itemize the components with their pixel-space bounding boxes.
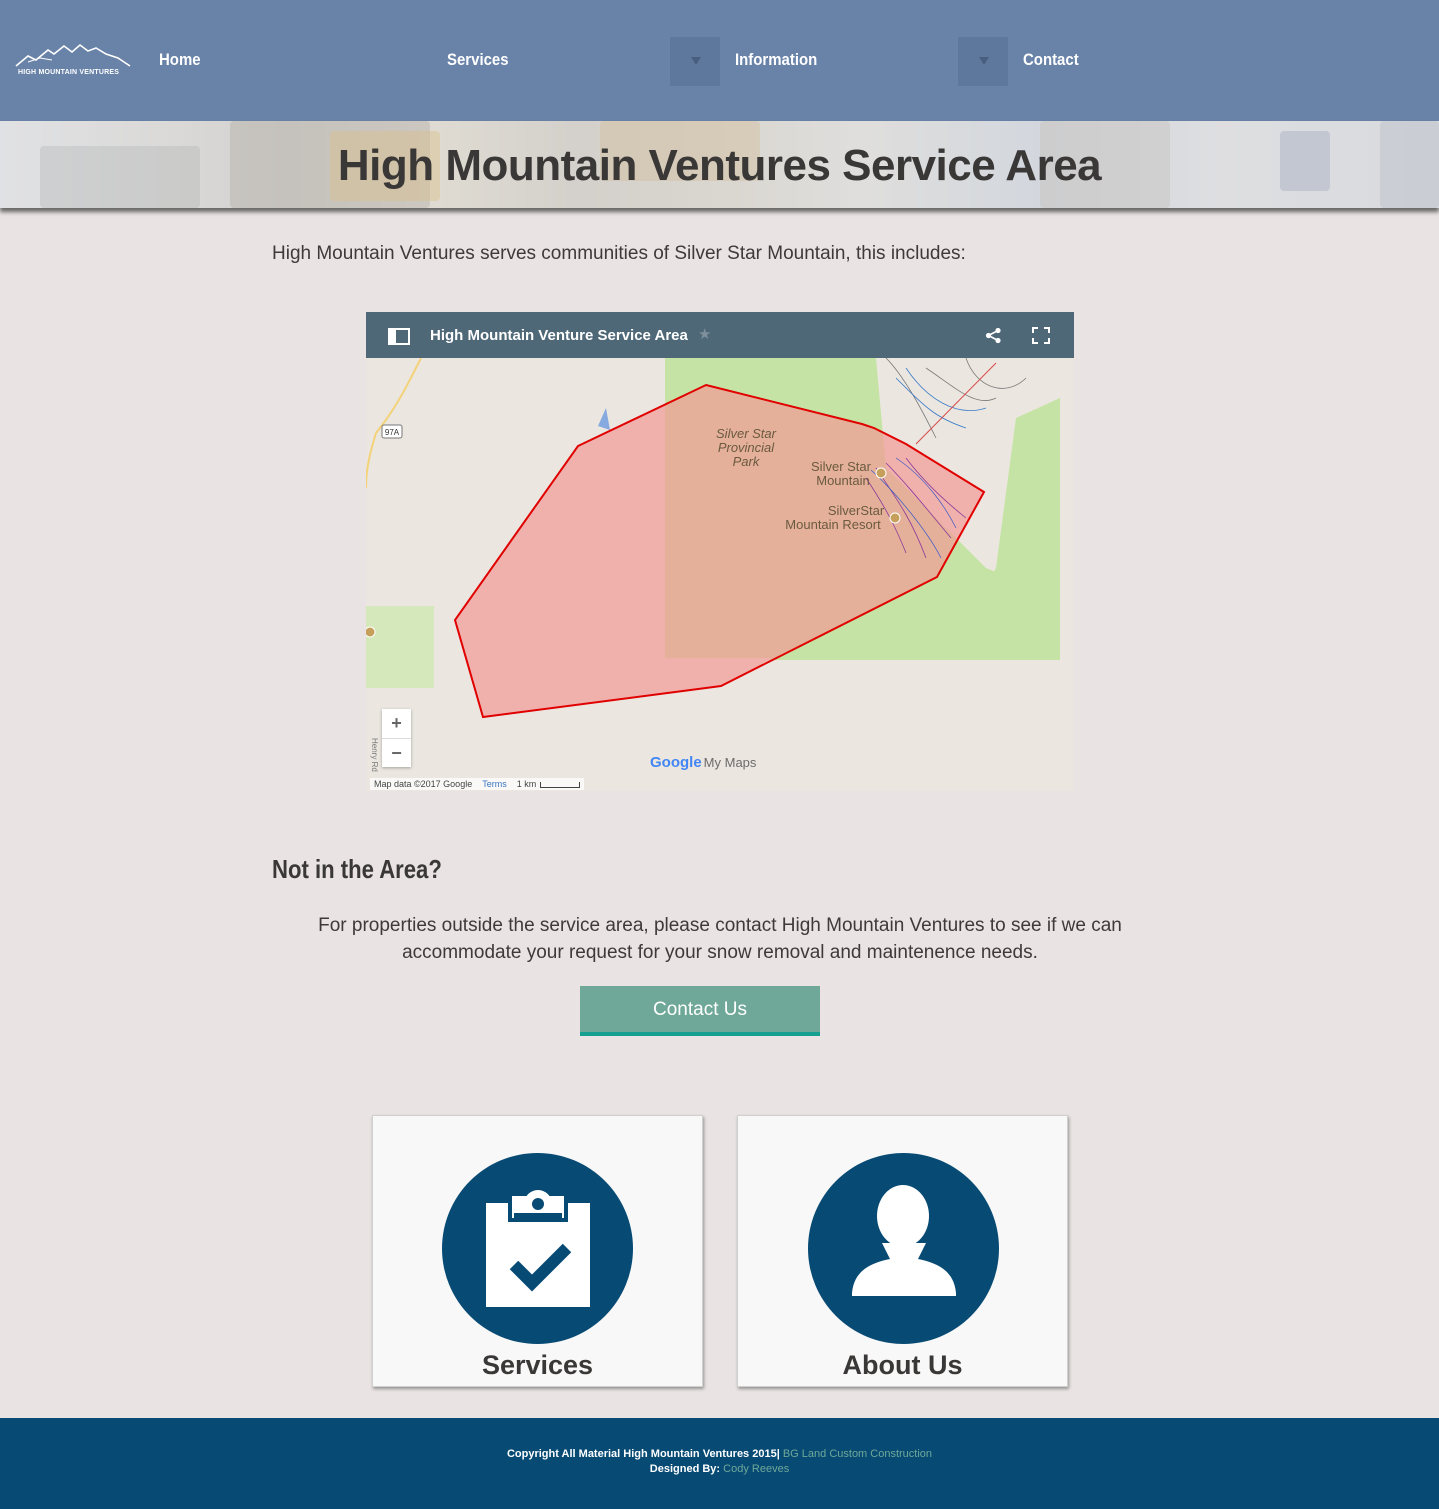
nav-home[interactable]: Home xyxy=(159,50,201,70)
map-canvas[interactable]: 97A Silver Star Provincial Park Silver S… xyxy=(366,358,1074,791)
map-title: High Mountain Venture Service Area xyxy=(430,327,688,344)
caret-down-icon xyxy=(691,57,701,65)
mountain-label: Silver Star Mountain xyxy=(811,459,872,488)
mountain-marker-icon xyxy=(875,467,887,479)
scale-bar xyxy=(540,781,581,788)
logo-text: HIGH MOUNTAIN VENTURES xyxy=(18,69,120,76)
clipboard-check-icon xyxy=(442,1153,633,1344)
intro-text: High Mountain Ventures serves communitie… xyxy=(272,243,966,264)
section-heading: Not in the Area? xyxy=(272,854,442,884)
google-my-maps-brand: Google My Maps xyxy=(650,754,757,771)
svg-text:Silver Star: Silver Star xyxy=(811,459,872,474)
svg-text:Park: Park xyxy=(733,454,761,469)
embedded-map[interactable]: High Mountain Venture Service Area ★ 97A… xyxy=(366,312,1074,791)
terms-link[interactable]: Terms xyxy=(482,779,507,789)
resort-marker-icon xyxy=(889,512,901,524)
road-label: Henry Rd xyxy=(370,738,379,772)
contact-us-button[interactable]: Contact Us xyxy=(580,986,820,1036)
section-text: For properties outside the service area,… xyxy=(318,915,1122,963)
services-card-label: Services xyxy=(481,1350,594,1380)
fullscreen-icon[interactable] xyxy=(1032,327,1050,344)
company-link[interactable]: BG Land Custom Construction xyxy=(783,1448,932,1460)
zoom-controls: + − xyxy=(382,709,411,767)
map-attribution: Map data ©2017 Google Terms 1 km xyxy=(370,778,585,790)
nav-contact[interactable]: Contact xyxy=(1023,50,1079,70)
zoom-out-button[interactable]: − xyxy=(382,738,411,767)
highway-label: 97A xyxy=(385,428,400,437)
information-dropdown-toggle[interactable] xyxy=(958,37,1008,86)
scale-label: 1 km xyxy=(516,779,537,789)
footer: Copyright All Material High Mountain Ven… xyxy=(0,1418,1439,1509)
caret-down-icon xyxy=(979,57,989,65)
services-dropdown-toggle[interactable] xyxy=(670,37,720,86)
footer-copyright-line: Copyright All Material High Mountain Ven… xyxy=(506,1448,933,1460)
person-icon xyxy=(808,1153,999,1344)
svg-text:Silver Star: Silver Star xyxy=(716,426,777,441)
hero-banner: High Mountain Ventures Service Area xyxy=(0,121,1439,208)
nav-services[interactable]: Services xyxy=(447,50,509,70)
map-header: High Mountain Venture Service Area ★ xyxy=(366,312,1074,358)
designer-link[interactable]: Cody Reeves xyxy=(723,1463,789,1475)
zoom-in-button[interactable]: + xyxy=(382,709,411,738)
mountain-logo-icon xyxy=(15,43,131,67)
nav-information[interactable]: Information xyxy=(735,50,817,70)
svg-text:Mountain: Mountain xyxy=(816,473,869,488)
svg-text:SilverStar: SilverStar xyxy=(828,503,885,518)
about-us-card[interactable]: About Us xyxy=(737,1115,1068,1387)
star-icon[interactable]: ★ xyxy=(698,325,711,343)
services-card[interactable]: Services xyxy=(372,1115,703,1387)
svg-text:Provincial: Provincial xyxy=(718,440,775,455)
google-brand: Google xyxy=(650,754,702,771)
page-title: High Mountain Ventures Service Area xyxy=(337,141,1102,190)
svg-text:Mountain Resort: Mountain Resort xyxy=(785,517,881,532)
footer-designer-line: Designed By: Cody Reeves xyxy=(649,1463,790,1475)
google-logo-text: Google xyxy=(650,754,702,771)
top-navigation: HIGH MOUNTAIN VENTURES Home Services Inf… xyxy=(0,0,1439,121)
sidebar-toggle-icon[interactable] xyxy=(388,328,410,345)
poi-marker-icon xyxy=(366,626,376,638)
about-us-card-label: About Us xyxy=(842,1350,963,1380)
site-logo[interactable]: HIGH MOUNTAIN VENTURES xyxy=(14,42,132,82)
share-icon[interactable] xyxy=(985,327,1002,344)
